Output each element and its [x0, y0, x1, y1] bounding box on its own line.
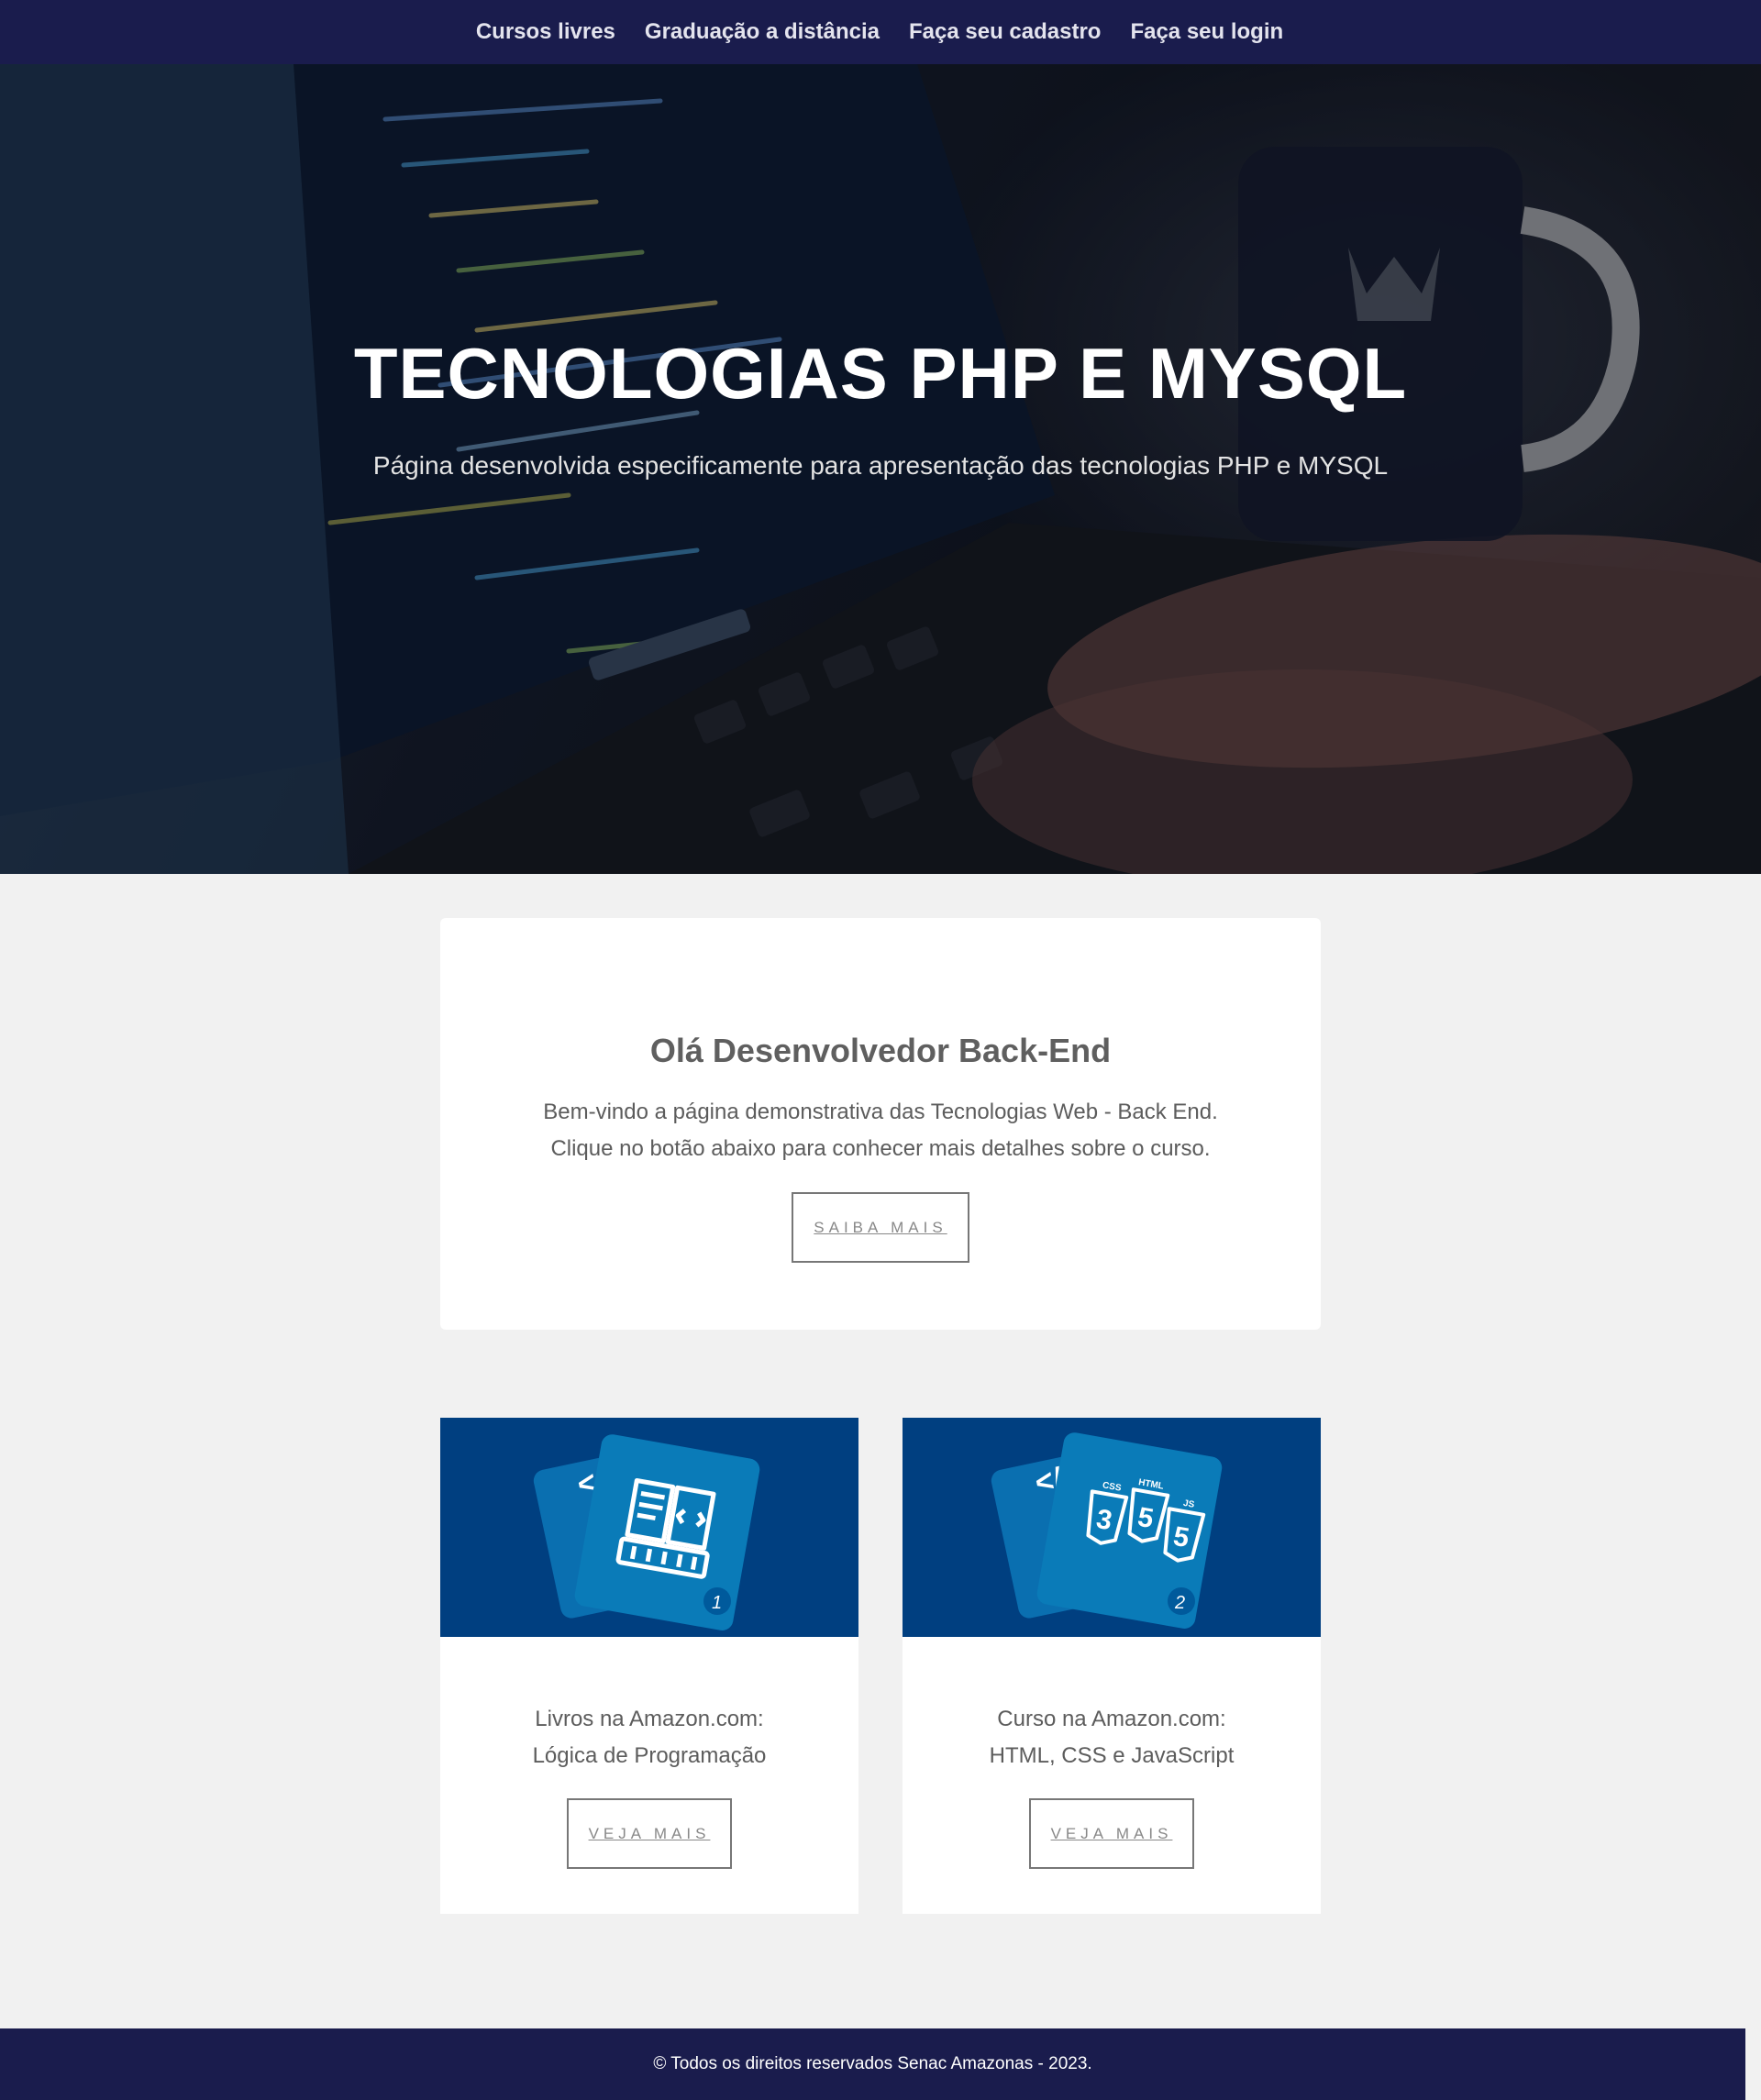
hero-subtitle: Página desenvolvida especificamente para…	[372, 451, 1389, 480]
css-html-js-shields-icon: </> CSS HTML JS 3 5 5 2	[991, 1432, 1223, 1629]
nav-link-cursos-livres[interactable]: Cursos livres	[476, 19, 615, 45]
book-code-keyboard-icon: </> 1	[533, 1434, 760, 1630]
footer-copyright: © Todos os direitos reservados Senac Ama…	[653, 2054, 1092, 2073]
hero-banner: TECNOLOGIAS PHP E MYSQL Página desenvolv…	[0, 64, 1761, 874]
card-badge-1: 1	[712, 1593, 722, 1613]
nav-link-login[interactable]: Faça seu login	[1130, 19, 1283, 45]
card-image-logica: </> 1	[440, 1418, 858, 1637]
card-html-line-2: HTML, CSS e JavaScript	[989, 1743, 1235, 1768]
card-logica-line-1: Livros na Amazon.com:	[535, 1707, 764, 1731]
nav-link-graduacao[interactable]: Graduação a distância	[645, 19, 880, 45]
welcome-text-line-2: Clique no botão abaixo para conhecer mai…	[550, 1136, 1211, 1161]
saiba-mais-button[interactable]: SAIBA MAIS	[792, 1192, 969, 1263]
course-card-logica: </> 1 Livros na Amazon.com: Lógica de Pr…	[440, 1418, 858, 1914]
course-card-html-css-js: </> CSS HTML JS 3 5 5 2 Curso na Amazon.…	[903, 1418, 1321, 1914]
card-image-html-css-js: </> CSS HTML JS 3 5 5 2	[903, 1418, 1321, 1637]
welcome-card: Olá Desenvolvedor Back-End Bem-vindo a p…	[440, 918, 1321, 1330]
js-label: JS	[1182, 1498, 1195, 1510]
veja-mais-button-html[interactable]: VEJA MAIS	[1029, 1798, 1194, 1869]
veja-mais-button-logica[interactable]: VEJA MAIS	[567, 1798, 732, 1869]
card-logica-line-2: Lógica de Programação	[532, 1743, 767, 1768]
welcome-text-line-1: Bem-vindo a página demonstrativa das Tec…	[543, 1100, 1218, 1124]
welcome-heading: Olá Desenvolvedor Back-End	[649, 1032, 1112, 1069]
top-navbar: Cursos livres Graduação a distância Faça…	[0, 0, 1761, 64]
card-html-line-1: Curso na Amazon.com:	[997, 1707, 1226, 1731]
nav-link-cadastro[interactable]: Faça seu cadastro	[909, 19, 1101, 45]
hero-title: TECNOLOGIAS PHP E MYSQL	[353, 333, 1408, 414]
footer: © Todos os direitos reservados Senac Ama…	[0, 2028, 1745, 2100]
card-badge-2: 2	[1174, 1593, 1185, 1613]
